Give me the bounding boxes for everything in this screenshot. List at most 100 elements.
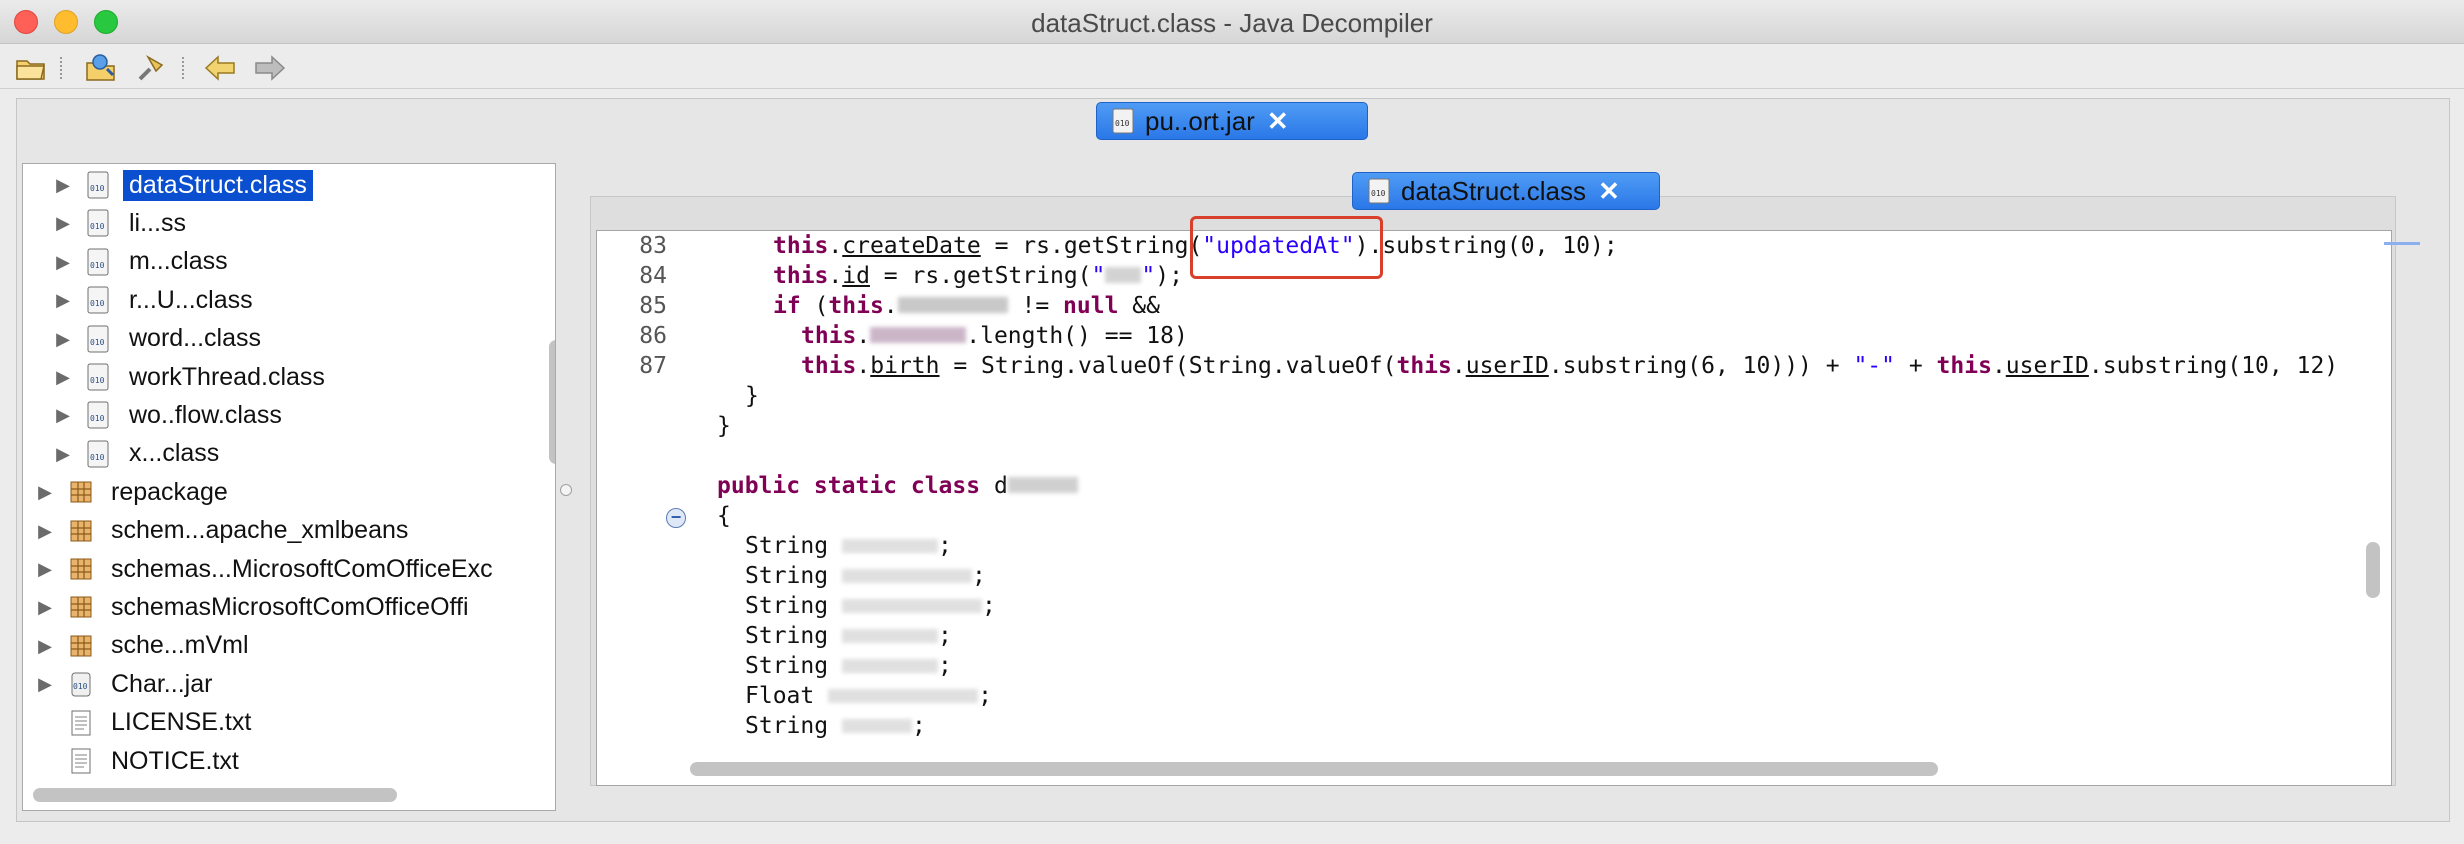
- forward-arrow-icon[interactable]: [252, 53, 286, 83]
- tree-item-label: word...class: [129, 324, 261, 353]
- tree-item-label: Char...jar: [111, 669, 213, 698]
- text-file-icon: [67, 747, 95, 775]
- app-window: dataStruct.class - Java Decompiler 010 p…: [0, 0, 2464, 844]
- svg-text:010: 010: [1115, 119, 1130, 128]
- expand-arrow-icon[interactable]: ▶: [53, 252, 73, 272]
- text-file-icon: [67, 709, 95, 737]
- svg-text:010: 010: [90, 338, 105, 347]
- open-file-icon[interactable]: [14, 53, 48, 83]
- tree-item[interactable]: ▶ repackage: [35, 473, 555, 511]
- tree-item[interactable]: ▶ 010 workThread.class: [53, 358, 555, 396]
- tab-jar-label: pu..ort.jar: [1145, 105, 1255, 136]
- code-line: if (this. != null &&: [773, 293, 1160, 319]
- close-icon[interactable]: ✕: [1598, 178, 1620, 204]
- expand-arrow-icon[interactable]: ▶: [53, 175, 73, 195]
- line-number: 83: [639, 233, 667, 259]
- toolbar-separator: [182, 57, 184, 79]
- splitter-handle[interactable]: [560, 484, 572, 496]
- code-line: String ;: [745, 713, 926, 739]
- jar-file-icon: 010: [1112, 108, 1134, 134]
- expand-arrow-icon[interactable]: ▶: [53, 213, 73, 233]
- svg-text:010: 010: [90, 184, 105, 193]
- expand-arrow-icon[interactable]: ▶: [35, 674, 55, 694]
- code-line: }: [717, 413, 731, 439]
- svg-text:010: 010: [90, 222, 105, 231]
- tree-item-label: m...class: [129, 247, 228, 276]
- code-line: public static class d: [717, 473, 1078, 499]
- tree-item-label: repackage: [111, 477, 228, 506]
- tab-class-file[interactable]: 010 dataStruct.class ✕: [1352, 172, 1660, 210]
- expand-arrow-icon[interactable]: ▶: [53, 444, 73, 464]
- tree-item[interactable]: ▶ schem...apache_xmlbeans: [35, 512, 555, 550]
- tree-horizontal-scrollbar[interactable]: [33, 788, 397, 802]
- back-arrow-icon[interactable]: [204, 53, 238, 83]
- tree-item[interactable]: NOTICE.txt: [35, 742, 555, 780]
- expand-arrow-icon[interactable]: ▶: [35, 482, 55, 502]
- tree-item[interactable]: ▶ sche...mVml: [35, 627, 555, 665]
- code-line: this. .length() == 18): [801, 323, 1188, 349]
- tree-item[interactable]: ▶ 010 Char...jar: [35, 665, 555, 703]
- tree-item-label: li...ss: [129, 208, 186, 237]
- svg-text:010: 010: [90, 376, 105, 385]
- package-icon: [67, 517, 95, 545]
- tree-item[interactable]: ▶ 010 m...class: [53, 243, 555, 281]
- expand-arrow-icon[interactable]: ▶: [53, 290, 73, 310]
- class-file-icon: 010: [85, 325, 113, 353]
- class-file-icon: 010: [85, 286, 113, 314]
- tree-item-label: r...U...class: [129, 285, 253, 314]
- tab-jar-file[interactable]: 010 pu..ort.jar ✕: [1096, 102, 1368, 140]
- tree-item[interactable]: LICENSE.txt: [35, 704, 555, 742]
- code-line: String ;: [745, 653, 952, 679]
- tree-item-label: schem...apache_xmlbeans: [111, 516, 409, 545]
- code-line: String ;: [745, 563, 986, 589]
- tree-vertical-scrollbar[interactable]: [549, 340, 555, 464]
- line-number: 86: [639, 323, 667, 349]
- expand-arrow-icon[interactable]: ▶: [53, 405, 73, 425]
- tree-item-label: x...class: [129, 439, 220, 468]
- expand-arrow-icon[interactable]: ▶: [35, 559, 55, 579]
- package-icon: [67, 593, 95, 621]
- code-editor[interactable]: 83 84 85 86 87 this.createDate = rs.getS…: [596, 230, 2392, 786]
- class-file-icon: 010: [85, 440, 113, 468]
- open-type-icon[interactable]: [84, 53, 118, 83]
- class-file-icon: 010: [85, 401, 113, 429]
- expand-arrow-icon[interactable]: ▶: [53, 367, 73, 387]
- code-line: {: [717, 503, 731, 529]
- tree-item-label: schemas...MicrosoftComOfficeExc: [111, 554, 493, 583]
- tab-class-label: dataStruct.class: [1401, 175, 1586, 206]
- expand-arrow-icon: [35, 713, 55, 733]
- code-line: Float ;: [745, 683, 992, 709]
- expand-arrow-icon[interactable]: ▶: [35, 636, 55, 656]
- file-tree[interactable]: ▶ 010 dataStruct.class ▶ 010 li...ss ▶ 010 m...c…: [22, 163, 556, 811]
- code-vertical-scrollbar[interactable]: [2366, 542, 2380, 598]
- package-icon: [67, 478, 95, 506]
- tree-item[interactable]: ▶ 010 word...class: [53, 320, 555, 358]
- search-icon[interactable]: [134, 53, 168, 83]
- tree-item[interactable]: ▶ 010 x...class: [53, 435, 555, 473]
- close-icon[interactable]: ✕: [1267, 108, 1289, 134]
- expand-arrow-icon[interactable]: ▶: [35, 597, 55, 617]
- line-number: 84: [639, 263, 667, 289]
- expand-arrow-icon[interactable]: ▶: [35, 521, 55, 541]
- highlight-annotation: [1190, 216, 1383, 279]
- tree-item[interactable]: ▶ 010 r...U...class: [53, 281, 555, 319]
- code-line: String ;: [745, 593, 996, 619]
- class-file-icon: 010: [85, 171, 113, 199]
- tree-item[interactable]: ▶ schemasMicrosoftComOfficeOffi: [35, 588, 555, 626]
- expand-arrow-icon[interactable]: ▶: [53, 329, 73, 349]
- code-line: String ;: [745, 623, 952, 649]
- svg-text:010: 010: [90, 299, 105, 308]
- collapse-icon[interactable]: −: [666, 508, 686, 528]
- tree-item[interactable]: ▶ 010 li...ss: [53, 204, 555, 242]
- overview-ruler-mark: [2384, 242, 2420, 245]
- package-icon: [67, 555, 95, 583]
- class-file-icon: 010: [85, 248, 113, 276]
- tree-item[interactable]: ▶ 010 dataStruct.class: [53, 166, 555, 204]
- tree-item[interactable]: ▶ 010 wo..flow.class: [53, 396, 555, 434]
- code-horizontal-scrollbar[interactable]: [690, 762, 1938, 776]
- window-title: dataStruct.class - Java Decompiler: [1031, 8, 1433, 38]
- svg-text:010: 010: [90, 453, 105, 462]
- tree-item-label: NOTICE.txt: [111, 746, 239, 775]
- svg-text:010: 010: [90, 261, 105, 270]
- tree-item[interactable]: ▶ schemas...MicrosoftComOfficeExc: [35, 550, 555, 588]
